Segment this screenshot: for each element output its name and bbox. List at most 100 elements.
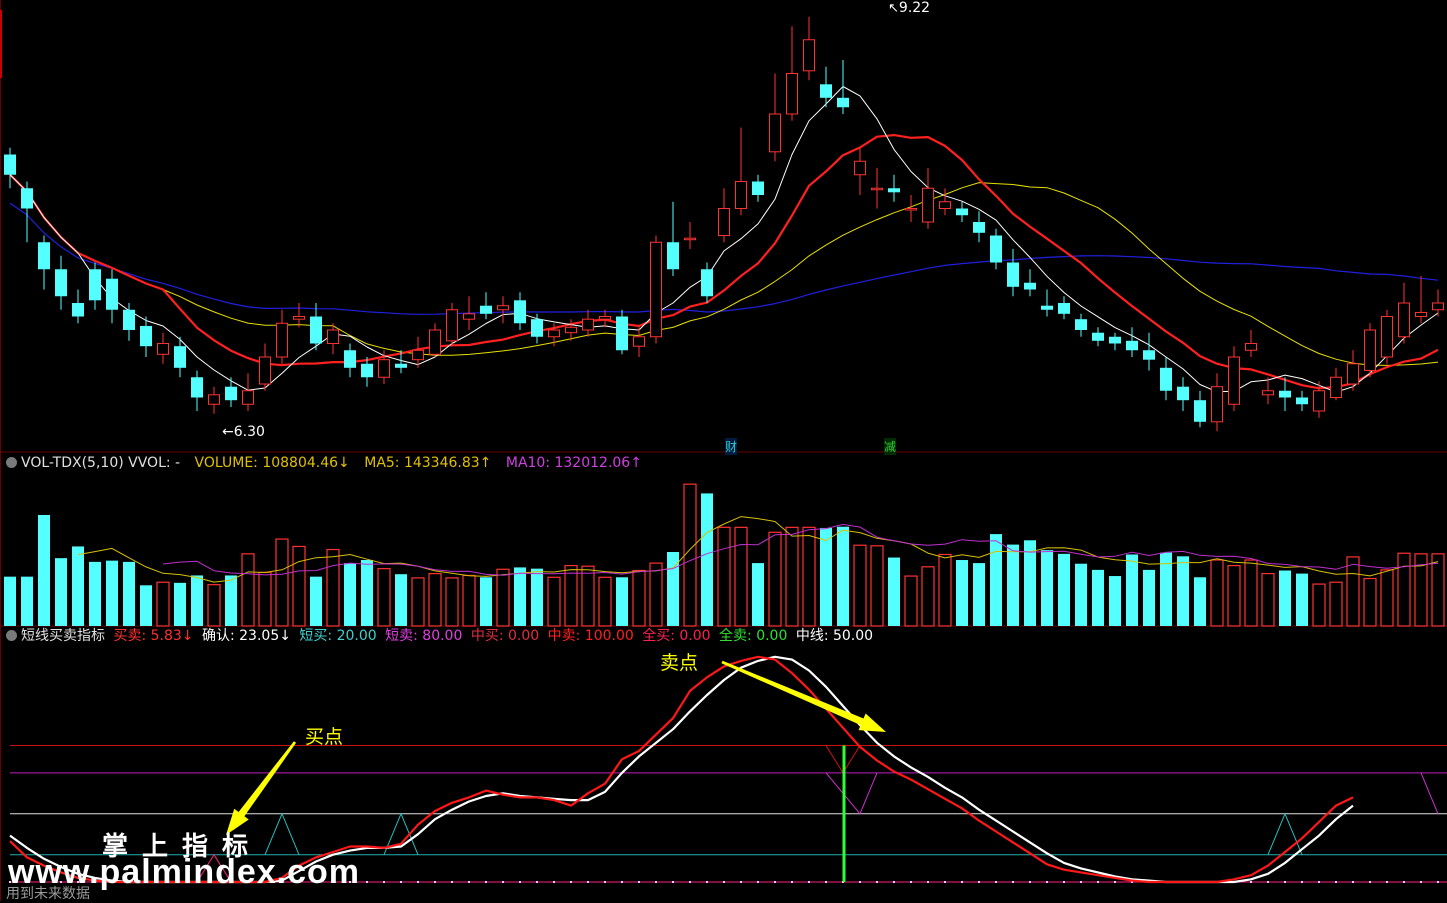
volume-bar — [89, 561, 101, 626]
candle-body — [1415, 311, 1427, 318]
candle-body — [684, 237, 696, 241]
candle-body — [276, 322, 288, 358]
volume-bar — [310, 576, 322, 626]
candle-body — [1007, 262, 1019, 287]
volume-bar — [837, 526, 849, 626]
baseline-dot — [451, 881, 453, 883]
candle-body — [769, 113, 781, 153]
volume-bar — [701, 493, 713, 626]
candle-body — [599, 316, 611, 320]
baseline-dot — [655, 881, 657, 883]
volume-bar — [973, 563, 985, 626]
candle-body — [1432, 302, 1444, 311]
volume-bar — [4, 576, 16, 626]
tag-cai[interactable]: 财 — [725, 438, 738, 455]
volume-bar — [785, 526, 799, 627]
baseline-dot — [1063, 881, 1065, 883]
volume-bar — [598, 576, 612, 627]
volume-bars — [4, 483, 1445, 627]
volume-bar — [395, 574, 407, 626]
volume-bar — [361, 560, 373, 626]
candle-body — [701, 269, 713, 297]
candle-body — [582, 318, 594, 331]
baseline-dot — [1097, 881, 1099, 883]
ind-maimai: 买卖: 5.83↓ — [113, 628, 194, 644]
baseline-dot — [1080, 881, 1082, 883]
baseline-dot — [400, 881, 402, 883]
volume-bar — [38, 515, 50, 626]
volume-bar — [1210, 559, 1224, 627]
volume-bar — [956, 560, 968, 626]
volume-bar — [1363, 577, 1377, 627]
volume-bar — [1296, 573, 1308, 626]
volume-bar — [72, 546, 84, 626]
collapse-icon[interactable] — [6, 630, 17, 641]
baseline-dot — [1335, 881, 1337, 883]
volume-bar — [1346, 556, 1360, 627]
baseline-dot — [570, 881, 572, 883]
candle-body — [157, 343, 169, 355]
volume-bar — [938, 553, 952, 627]
panel-dividers — [0, 0, 1447, 901]
candle-body — [531, 319, 543, 337]
volume-bar — [1092, 569, 1104, 626]
candle-body — [361, 363, 373, 378]
volume-bar — [480, 577, 492, 626]
candle-body — [140, 325, 152, 347]
baseline-dot — [1420, 881, 1422, 883]
baseline-dot — [519, 881, 521, 883]
candle-body — [667, 242, 679, 270]
volume-bar — [1126, 554, 1138, 626]
volume-bar — [428, 572, 442, 627]
candle-body — [752, 181, 764, 195]
candle-body — [1126, 340, 1138, 351]
baseline-dot — [366, 881, 368, 883]
baseline-dot — [1012, 881, 1014, 883]
stock-chart[interactable] — [0, 0, 1447, 901]
vol-indicator-name[interactable]: VOL-TDX(5,10) VVOL: - — [21, 455, 180, 471]
baseline-dot — [1403, 881, 1405, 883]
baseline-dot — [638, 881, 640, 883]
baseline-dot — [927, 881, 929, 883]
candle-body — [293, 316, 305, 320]
candle-body — [21, 188, 33, 209]
volume-bar — [191, 575, 203, 626]
ind-name[interactable]: 短线买卖指标 — [21, 628, 105, 644]
volume-bar — [1431, 553, 1445, 627]
candle-body — [242, 390, 254, 405]
collapse-icon[interactable] — [6, 457, 17, 468]
baseline-dot — [978, 881, 980, 883]
baseline-dot — [1114, 881, 1116, 883]
candle-body — [1347, 363, 1359, 385]
volume-bar — [292, 545, 306, 627]
volume-bar — [1007, 544, 1019, 626]
volume-bar — [207, 584, 221, 627]
short-buy-spike — [264, 812, 300, 855]
candle-body — [939, 201, 951, 209]
price-low-label: ←6.30 — [222, 424, 265, 440]
candle-body — [1075, 319, 1087, 330]
baseline-dot — [757, 881, 759, 883]
indicator-header: 短线买卖指标 买卖: 5.83↓ 确认: 23.05↓ 短买: 20.00 短卖… — [6, 628, 877, 644]
candle-body — [888, 188, 900, 193]
baseline-dot — [1046, 881, 1048, 883]
sell-point-label: 卖点 — [660, 652, 699, 674]
volume-bar — [1109, 576, 1121, 626]
baseline-dot — [774, 881, 776, 883]
baseline-dot — [995, 881, 997, 883]
volume-bar — [768, 531, 782, 627]
ma10-line — [9, 134, 1439, 390]
volume-bar — [853, 544, 867, 627]
baseline-dot — [723, 881, 725, 883]
candle-body — [514, 300, 526, 324]
volume-bar — [990, 534, 1002, 626]
volume-bar — [445, 577, 459, 627]
buy-point-label: 买点 — [305, 726, 344, 748]
volume-bar — [734, 526, 748, 627]
volume-bar — [1397, 552, 1411, 627]
candle-body — [429, 329, 441, 355]
baseline-dot — [587, 881, 589, 883]
tag-jian[interactable]: 减 — [884, 438, 897, 455]
candle-body — [871, 187, 883, 191]
ind-quanmaii: 全卖: 0.00 — [719, 628, 788, 644]
